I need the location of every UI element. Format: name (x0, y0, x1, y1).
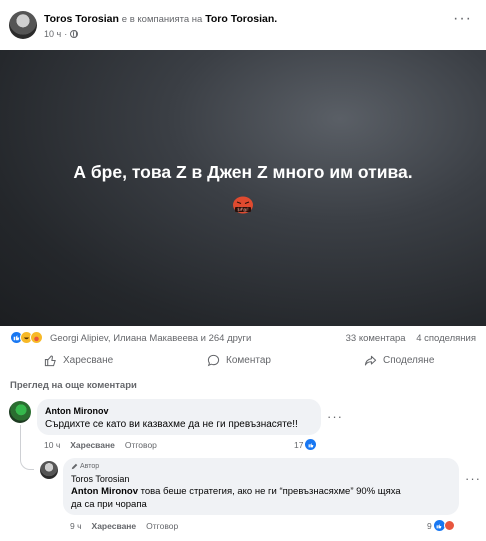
comment-more-icon[interactable]: ··· (327, 409, 343, 424)
commenter-avatar[interactable] (9, 401, 31, 423)
thumbs-up-icon (44, 355, 56, 367)
post-image[interactable] (0, 50, 486, 326)
pencil-icon (71, 463, 78, 470)
post-header: Toros Torosian е в компанията на Toro To… (0, 0, 486, 50)
comment-time[interactable]: 10 ч (44, 440, 60, 450)
globe-icon (70, 30, 79, 38)
angry-reaction-icon (443, 520, 455, 531)
reply-reply-link[interactable]: Отговор (146, 521, 178, 531)
like-label: Харесване (63, 355, 114, 366)
reply-mention[interactable]: Anton Mironov (71, 486, 138, 497)
reply-bubble: Автор Toros Torosian Anton Mironov това … (63, 458, 459, 515)
post-actions: Харесване Коментар Споделяне (0, 350, 486, 374)
like-reaction-icon (305, 439, 317, 450)
post-time[interactable]: 10 ч (44, 29, 61, 39)
reply-text-line-2: да са при чорапа (71, 499, 147, 510)
share-label: Споделяне (383, 355, 435, 366)
reply-more-icon[interactable]: ··· (465, 471, 481, 486)
reply-text-line-1: Anton Mironov това беше стратегия, ако н… (71, 486, 401, 497)
author-name[interactable]: Toros Torosian (44, 13, 119, 25)
comment-text: Сърдихте се като ви казвахме да не ги пр… (45, 419, 298, 430)
post-image-text: А бре, това Z в Джен Z много им отива. (73, 162, 413, 182)
reply-time[interactable]: 9 ч (70, 521, 82, 531)
comment-like-link[interactable]: Харесване (70, 440, 115, 450)
share-count[interactable]: 4 споделяния (416, 333, 476, 344)
author-badge-label: Автор (80, 463, 100, 470)
like-button[interactable]: Харесване (44, 354, 113, 367)
comment-bubble: Anton Mironov Сърдихте се като ви казвах… (37, 399, 321, 435)
comment-bubble-icon (207, 354, 220, 367)
reaction-names[interactable]: Georgi Alipiev, Илиана Макавеева и 264 д… (50, 333, 251, 344)
author-line: Toros Torosian е в компанията на Toro To… (44, 13, 277, 25)
comment-button[interactable]: Коментар (207, 354, 271, 367)
reply-thread-line (20, 425, 34, 470)
company-text: е в компанията на (121, 14, 203, 25)
comment-meta: 10 ч Харесване Отговор (44, 440, 157, 450)
rage-emoji-icon: $#@! (233, 196, 253, 214)
post-meta: 10 ч · (44, 29, 79, 39)
care-reaction-icon (30, 331, 43, 344)
stat-counts: 33 коментара 4 споделяния (346, 333, 476, 344)
company-author-name[interactable]: Toro Torosian. (205, 13, 277, 25)
author-avatar[interactable] (9, 11, 37, 39)
author-badge: Автор (71, 463, 99, 470)
post-stats: Georgi Alipiev, Илиана Макавеева и 264 д… (0, 326, 486, 350)
reply-like-link[interactable]: Харесване (92, 521, 137, 531)
svg-text:$#@!: $#@! (237, 207, 249, 212)
reply-reactions[interactable]: 9 (427, 520, 455, 531)
reply-reaction-count: 9 (427, 520, 432, 531)
comment-count[interactable]: 33 коментара (346, 333, 406, 344)
share-arrow-icon (364, 355, 377, 366)
share-button[interactable]: Споделяне (364, 354, 434, 367)
reply-text-body: това беше стратегия, ако не ги “превъзна… (138, 486, 401, 497)
comment-reaction-count: 17 (294, 439, 304, 450)
comment-reactions[interactable]: 17 (294, 439, 317, 450)
more-options-icon[interactable]: ··· (453, 11, 472, 27)
reply-author-avatar[interactable] (40, 461, 58, 479)
view-more-comments-link[interactable]: Преглед на още коментари (10, 380, 137, 391)
reaction-icons[interactable] (10, 331, 43, 344)
comment-reply-link[interactable]: Отговор (125, 440, 157, 450)
separator-dot: · (64, 29, 68, 39)
comment-author[interactable]: Anton Mironov (45, 406, 109, 416)
reply-meta: 9 ч Харесване Отговор (70, 521, 178, 531)
comment-label: Коментар (226, 355, 271, 366)
reply-author[interactable]: Toros Torosian (71, 474, 129, 484)
